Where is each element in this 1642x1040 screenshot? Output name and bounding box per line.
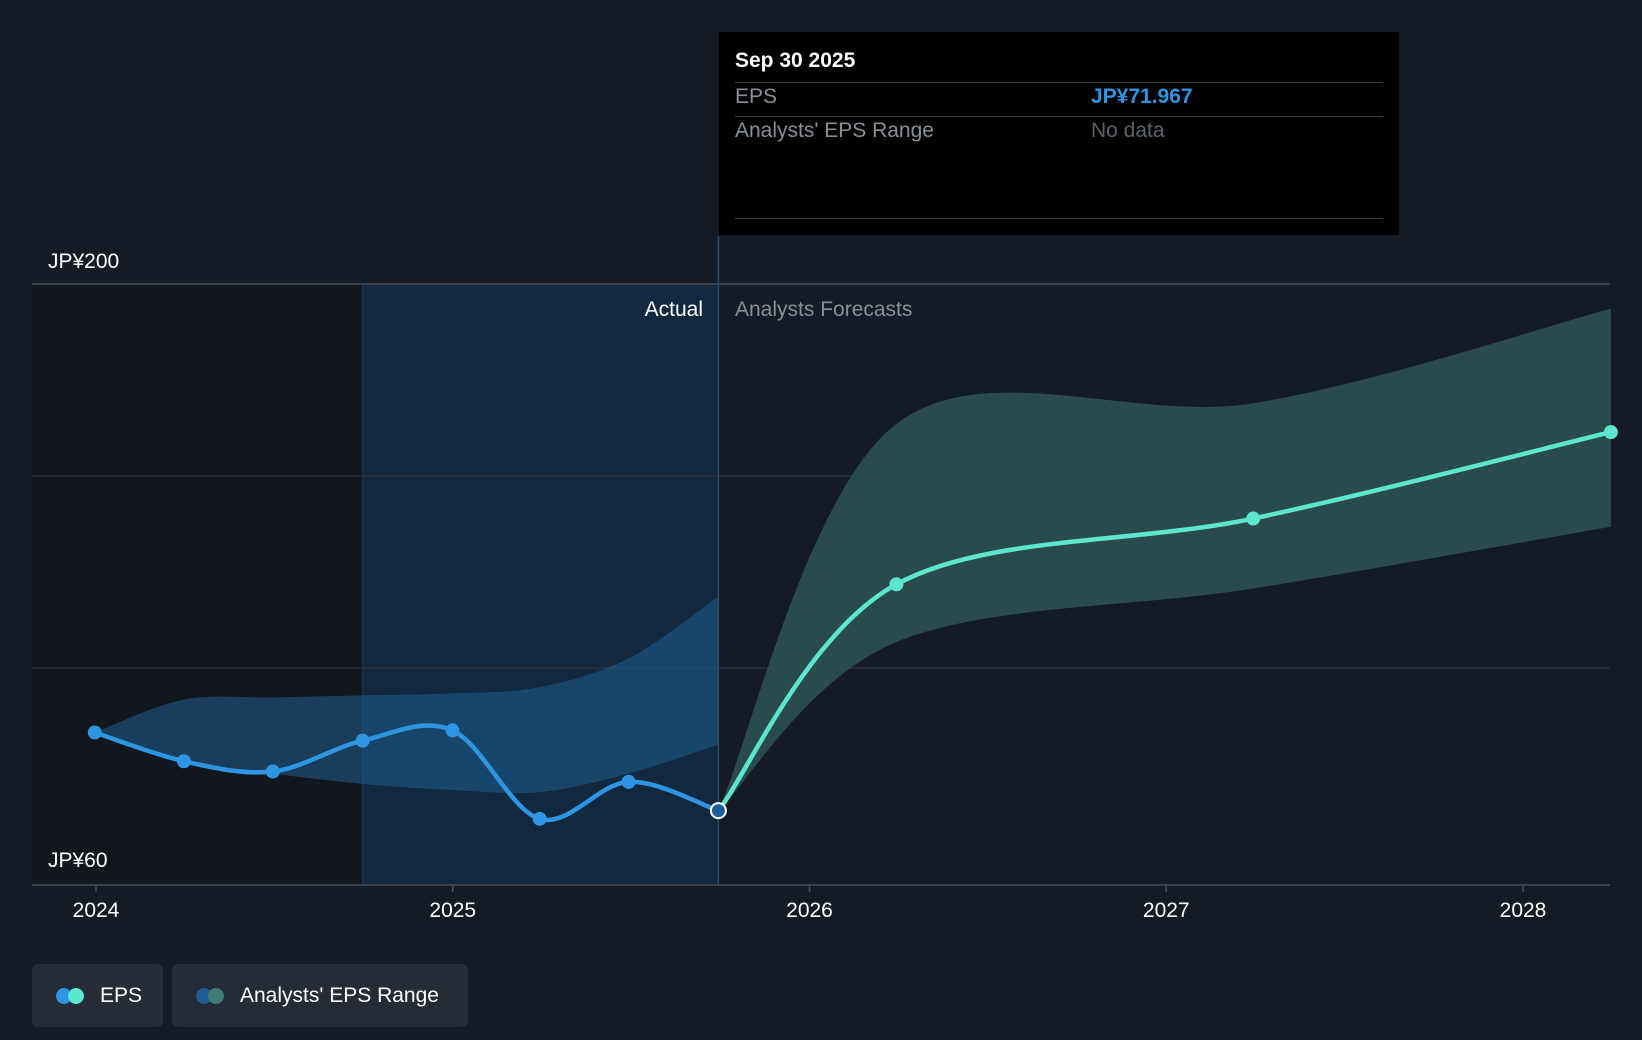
eps-point-forecast xyxy=(1603,425,1618,440)
actual-period-shade xyxy=(362,284,719,885)
tooltip-divider xyxy=(735,116,1383,117)
tooltip-date: Sep 30 2025 xyxy=(735,49,856,72)
x-tick-label: 2028 xyxy=(1500,899,1547,922)
eps-point-actual xyxy=(621,774,636,789)
eps-point-forecast xyxy=(889,577,904,592)
tooltip-range-label: Analysts' EPS Range xyxy=(735,119,934,142)
x-tick-label: 2026 xyxy=(786,899,833,922)
tooltip-eps-value: JP¥71.967 xyxy=(1091,85,1193,108)
legend-label: Analysts' EPS Range xyxy=(240,983,439,1007)
eps-legend-icon xyxy=(56,987,86,1005)
hover-tooltip: Sep 30 2025 EPS JP¥71.967 Analysts' EPS … xyxy=(719,32,1399,235)
tooltip-eps-label: EPS xyxy=(735,85,778,108)
tooltip-divider xyxy=(735,82,1383,83)
eps-point-forecast xyxy=(1246,511,1261,526)
y-tick-label: JP¥60 xyxy=(48,849,108,872)
eps-point-actual xyxy=(87,725,102,740)
chart-stage: JP¥200 JP¥60 Actual Analysts Forecasts 2… xyxy=(0,0,1642,1040)
legend-item-eps[interactable]: EPS xyxy=(32,964,163,1027)
eps-point-highlighted xyxy=(709,802,727,820)
forecast-region-label: Analysts Forecasts xyxy=(735,298,912,321)
x-tick-label: 2025 xyxy=(429,899,476,922)
actual-region-label: Actual xyxy=(645,298,703,321)
range-legend-icon xyxy=(196,987,226,1005)
eps-point-actual xyxy=(265,764,280,779)
tooltip-divider xyxy=(735,218,1383,219)
tooltip-range-value: No data xyxy=(1091,119,1165,142)
x-tick-label: 2027 xyxy=(1143,899,1190,922)
eps-point-actual xyxy=(532,811,547,826)
x-tick-label: 2024 xyxy=(73,899,120,922)
eps-point-actual xyxy=(176,754,191,769)
legend-label: EPS xyxy=(100,983,143,1007)
eps-point-actual xyxy=(355,733,370,748)
eps-range-area-forecast xyxy=(718,308,1611,811)
legend-item-eps-range[interactable]: Analysts' EPS Range xyxy=(172,964,468,1027)
y-tick-label: JP¥200 xyxy=(48,250,119,273)
eps-point-actual xyxy=(445,723,460,738)
history-shade xyxy=(32,284,363,885)
